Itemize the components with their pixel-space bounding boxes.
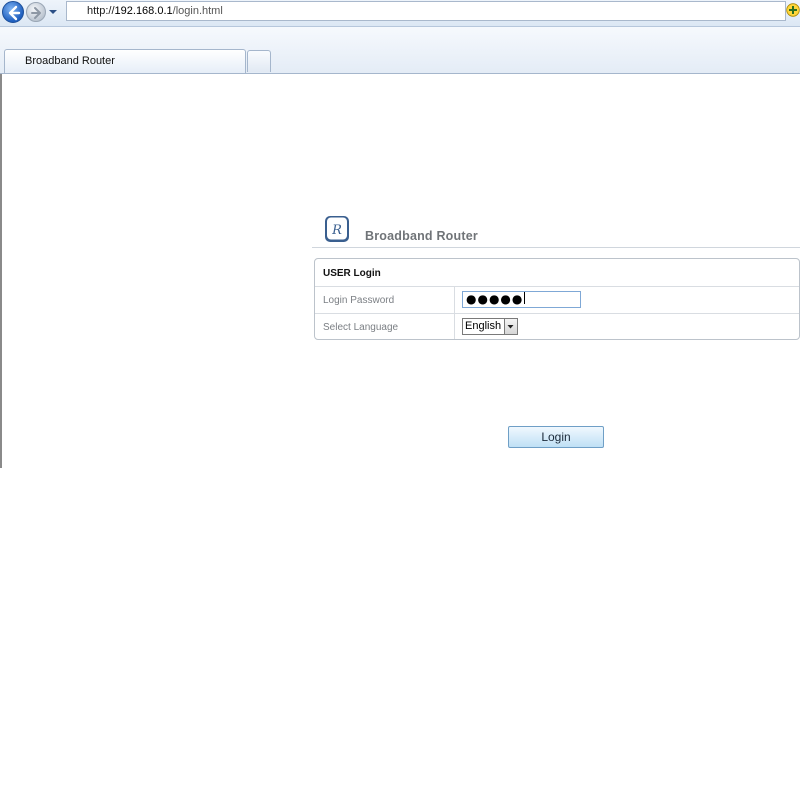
login-box: USER Login Login Password ●●●●● Select L… [314,258,800,340]
password-label: Login Password [323,295,395,306]
chevron-down-icon [507,325,514,329]
select-arrow-button[interactable] [504,319,517,334]
back-arrow-icon [8,5,21,21]
forward-button[interactable] [26,2,46,22]
router-logo-icon: R [325,216,349,242]
back-button[interactable] [2,1,24,23]
password-mask: ●●●●● [466,292,524,306]
login-area: R Broadband Router USER Login Login Pass… [312,213,800,448]
address-bar-input[interactable]: http://192.168.0.1/login.html [66,1,786,21]
logo-letter: R [331,223,342,238]
login-button[interactable]: Login [508,426,604,448]
address-path: /login.html [172,5,223,17]
page-content: R Broadband Router USER Login Login Pass… [0,74,800,468]
language-label: Select Language [323,322,399,333]
address-scheme: http:// [87,5,115,17]
language-select[interactable]: English [462,318,518,335]
language-selected-value: English [465,320,502,332]
tab-title: Broadband Router [25,55,115,67]
tab-bar: Broadband Router [0,27,800,90]
column-divider [454,287,455,313]
new-tab-button[interactable] [247,50,271,72]
text-caret [524,292,526,304]
browser-window: http://192.168.0.1/login.html Broadband … [0,0,800,468]
brand-title: Broadband Router [365,229,478,243]
login-box-header: USER Login [315,259,799,287]
history-dropdown-chevron-down-icon[interactable] [48,7,58,17]
brand-header: R Broadband Router [312,213,800,248]
login-box-title: USER Login [323,268,381,279]
navigation-bar: http://192.168.0.1/login.html [0,0,800,27]
compatibility-view-icon[interactable] [786,3,800,17]
password-input[interactable]: ●●●●● [462,291,581,308]
password-row: Login Password ●●●●● [315,287,799,314]
address-host: 192.168.0.1 [114,5,173,17]
tab-broadband-router[interactable]: Broadband Router [4,49,246,73]
forward-arrow-icon [31,7,41,19]
column-divider [454,314,455,339]
language-row: Select Language English [315,314,799,339]
